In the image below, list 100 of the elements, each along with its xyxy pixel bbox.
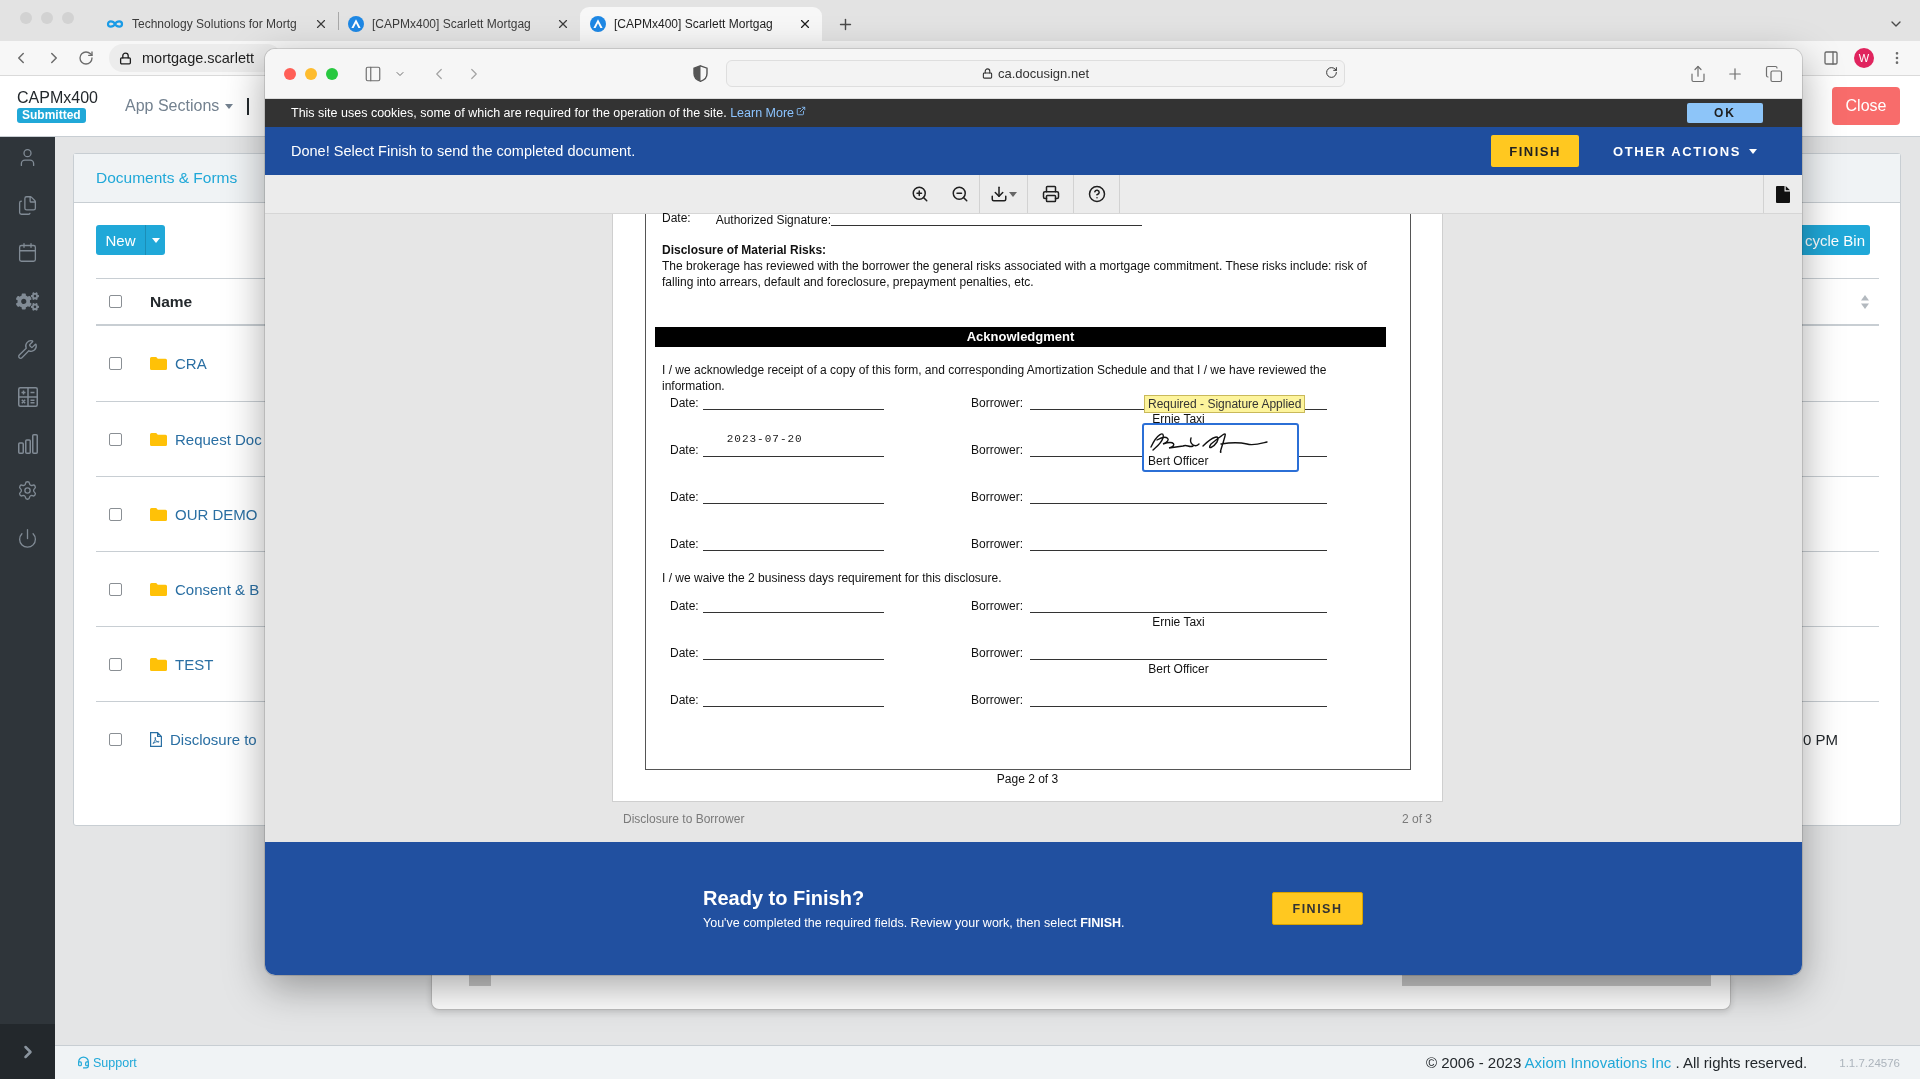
status-message: Done! Select Finish to send the completed document. — [291, 143, 636, 159]
date-label: Date: — [670, 692, 699, 708]
browser-tab[interactable]: [CAPMx400] Scarlett Mortgag — [580, 7, 822, 41]
page-count: 2 of 3 — [1401, 812, 1432, 826]
close-icon[interactable] — [314, 17, 328, 31]
modified-time: 0 PM — [1803, 730, 1838, 748]
power-icon[interactable] — [17, 527, 38, 549]
checkbox[interactable] — [109, 357, 122, 370]
document-link[interactable]: CRA — [175, 355, 207, 372]
acknowledgment-paragraph: I / we acknowledge receipt of a copy of this form, and corresponding Amortization Schedule and that I / we have reviewed the information. — [662, 362, 1328, 394]
close-dot-icon[interactable] — [284, 67, 296, 80]
sort-icon[interactable] — [1861, 294, 1869, 309]
gears-icon[interactable] — [16, 289, 39, 313]
document-link[interactable]: Disclosure to — [170, 730, 257, 748]
triangle-logo-icon — [590, 16, 606, 32]
sidebar-icon[interactable] — [364, 64, 382, 83]
section-banner: Acknowledgment — [655, 327, 1386, 347]
settings-icon[interactable] — [17, 480, 38, 502]
finish-button[interactable]: FINISH — [1272, 892, 1363, 925]
help-icon[interactable] — [1087, 185, 1106, 203]
date-label: Date: — [662, 210, 691, 226]
address-field[interactable]: ca.docusign.net — [726, 60, 1345, 87]
download-icon[interactable] — [990, 185, 1008, 203]
caret-down-icon — [225, 103, 234, 109]
document-link[interactable]: Request Doc — [175, 430, 262, 448]
browser-tab[interactable]: Technology Solutions for Mortg — [96, 7, 338, 41]
caret-down-icon[interactable] — [1009, 191, 1017, 197]
borrower-label: Borrower: — [971, 536, 1023, 552]
date-label: Date: — [670, 489, 699, 505]
tabs-icon[interactable] — [1765, 64, 1783, 83]
finish-button[interactable]: FINISH — [1491, 135, 1580, 167]
signature-field[interactable]: Bert Officer — [1142, 423, 1299, 472]
finish-title: Ready to Finish? — [703, 886, 865, 910]
close-icon[interactable] — [556, 17, 570, 31]
shield-icon[interactable] — [693, 65, 708, 82]
copyright-text: © 2006 - 2023 Axiom Innovations Inc . All rights reserved. — [1425, 1054, 1808, 1071]
external-link-icon — [796, 106, 807, 116]
triangle-logo-icon — [348, 16, 364, 32]
print-icon[interactable] — [1041, 185, 1060, 203]
finish-hint: You've completed the required fields. Review your work, then select FINISH. — [703, 916, 1125, 931]
borrower-label: Borrower: — [971, 395, 1023, 411]
reload-icon[interactable] — [78, 50, 94, 66]
version-text: 1.1.7.24576 — [1839, 1056, 1900, 1069]
folder-icon — [150, 432, 167, 446]
calculator-icon[interactable] — [17, 386, 38, 407]
minimize-dot-icon[interactable] — [305, 67, 317, 80]
date-field[interactable]: 2023-07-20 — [702, 432, 884, 457]
date-label: Date: — [670, 598, 699, 614]
document-link[interactable]: Consent & B — [175, 580, 260, 598]
folder-icon — [150, 657, 167, 671]
borrower-label: Borrower: — [971, 645, 1023, 661]
share-icon[interactable] — [1689, 64, 1707, 83]
zoom-out-icon[interactable] — [950, 185, 969, 203]
files-icon[interactable] — [17, 194, 38, 216]
checkbox[interactable] — [109, 295, 122, 308]
side-panel-icon[interactable] — [1823, 50, 1839, 66]
signer-name: Ernie Taxi — [1152, 614, 1205, 630]
column-header[interactable]: Name — [150, 292, 193, 311]
date-label: Date: — [670, 645, 699, 661]
lock-icon — [981, 68, 993, 79]
lock-icon — [119, 51, 132, 65]
document-link[interactable]: TEST — [175, 655, 214, 673]
close-button[interactable]: Close — [1832, 87, 1900, 125]
document-link[interactable]: OUR DEMO — [175, 505, 258, 523]
borrower-label: Borrower: — [971, 489, 1023, 505]
checkbox[interactable] — [109, 432, 122, 446]
browser-tab[interactable]: [CAPMx400] Scarlett Mortgag — [338, 7, 580, 41]
section-heading: Disclosure of Material Risks: — [662, 242, 828, 258]
wrench-icon[interactable] — [17, 339, 38, 361]
reload-icon[interactable] — [1325, 66, 1338, 79]
other-actions-menu[interactable]: OTHER ACTIONS — [1613, 143, 1757, 159]
date-label: Date: — [670, 395, 699, 411]
sections-menu[interactable]: App Sections — [125, 97, 234, 115]
borrower-label: Borrower: — [971, 598, 1023, 614]
signature-label: Authorized Signature: — [715, 214, 832, 226]
bar-chart-icon[interactable] — [17, 433, 38, 454]
checkbox[interactable] — [109, 582, 122, 596]
document-name: Disclosure to Borrower — [623, 812, 745, 826]
folder-icon — [150, 357, 167, 370]
ok-button[interactable]: OK — [1687, 103, 1763, 123]
checkbox[interactable] — [109, 657, 122, 671]
headset-icon — [77, 1056, 90, 1069]
dropdown-button[interactable] — [145, 225, 165, 255]
calendar-icon[interactable] — [17, 242, 38, 264]
profile-button[interactable]: W — [1854, 48, 1874, 68]
maximize-dot-icon[interactable] — [326, 67, 338, 80]
signer-name: Bert Officer — [1148, 455, 1209, 468]
cookie-notice: This site uses cookies, some of which are required for the operation of the site. Learn More — [291, 106, 807, 120]
borrower-label: Borrower: — [971, 692, 1023, 708]
checkbox[interactable] — [109, 507, 122, 521]
app-name: CAPMx400 — [17, 89, 98, 107]
document-icon[interactable] — [1776, 185, 1790, 203]
checkbox[interactable] — [109, 732, 122, 746]
close-icon[interactable] — [798, 17, 812, 31]
learn-more-link[interactable]: Learn More — [730, 106, 807, 120]
risks-paragraph: The brokerage has reviewed with the borrower the general risks associated with a mortgage commitment. These risks include: risk of falling into arrears, default and foreclosure, prepayment penalties, etc. — [662, 258, 1368, 290]
caret-down-icon — [151, 237, 160, 243]
infinity-logo-icon — [106, 19, 124, 29]
zoom-in-icon[interactable] — [911, 185, 929, 203]
folder-icon — [150, 507, 167, 521]
